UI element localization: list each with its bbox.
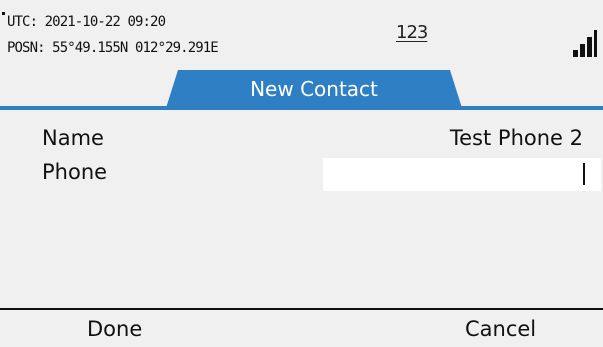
input-mode-indicator: 123 <box>396 22 428 43</box>
softkey-bar: Done Cancel <box>0 308 603 347</box>
tab-new-contact[interactable]: New Contact <box>166 70 462 108</box>
phone-label: Phone <box>42 160 108 184</box>
text-caret <box>583 163 585 185</box>
cancel-button[interactable]: Cancel <box>465 317 536 341</box>
signal-strength-icon <box>572 29 598 57</box>
softkey-divider <box>0 308 603 310</box>
name-label: Name <box>42 126 104 150</box>
contact-form: Name Test Phone 2 Phone <box>0 110 603 308</box>
phone-input[interactable] <box>323 158 601 191</box>
tab-bar: New Contact <box>0 70 603 110</box>
done-button[interactable]: Done <box>87 317 142 341</box>
indicator-dot <box>2 12 5 15</box>
name-value[interactable]: Test Phone 2 <box>450 126 583 150</box>
utc-time: UTC: 2021-10-22 09:20 <box>7 14 166 30</box>
status-bar: UTC: 2021-10-22 09:20 POSN: 55°49.155N 0… <box>0 0 603 70</box>
gps-position: POSN: 55°49.155N 012°29.291E <box>7 40 219 56</box>
